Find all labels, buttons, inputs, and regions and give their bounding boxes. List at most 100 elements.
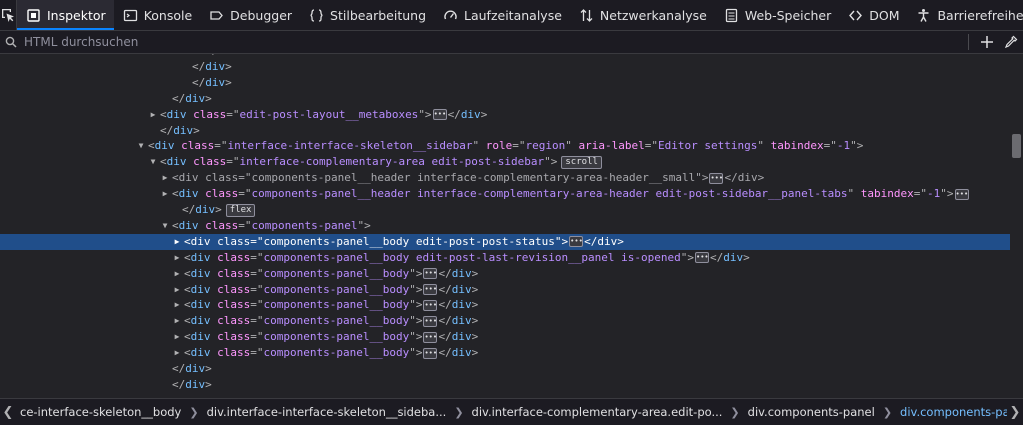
expand-arrow-icon[interactable]: ▶ <box>172 313 182 329</box>
collapsed-content-badge[interactable]: ••• <box>423 299 438 311</box>
markup-token: div <box>166 155 194 169</box>
markup-token: div <box>218 54 238 57</box>
node-row[interactable]: ▶ <div class="components-panel__body"> •••… <box>0 345 1010 361</box>
expand-arrow-icon[interactable]: ▶ <box>172 297 182 313</box>
node-row[interactable]: ▶ <div class="components-panel__header in… <box>0 186 1010 202</box>
markup-token: "> <box>695 171 709 185</box>
collapsed-content-badge[interactable]: ••• <box>694 252 709 264</box>
markup-token: =" <box>913 187 928 201</box>
markup-token: =" <box>250 346 264 360</box>
layout-badge[interactable]: scroll <box>561 155 602 169</box>
markup-token: div <box>190 298 218 312</box>
collapsed-content-badge[interactable]: ••• <box>423 331 438 343</box>
add-node-button[interactable] <box>975 35 999 49</box>
markup-tree[interactable]: </div></div></div></div>▶<div class="edi… <box>0 54 1010 396</box>
expand-arrow-icon[interactable]: ▶ <box>160 186 170 202</box>
breadcrumb-item-active[interactable]: div.components-panel__body.edit-post-pos… <box>896 405 1023 419</box>
collapse-arrow-icon[interactable]: ▼ <box>148 154 158 170</box>
collapsed-content-badge[interactable]: ••• <box>423 284 438 295</box>
node-row[interactable]: ▶ <div class="components-panel__header in… <box>0 170 1010 186</box>
collapsed-content-badge[interactable]: ••• <box>569 236 584 248</box>
tab-label: Laufzeitanalyse <box>464 7 562 23</box>
element-picker-button[interactable] <box>0 0 17 30</box>
node-row[interactable]: </div> <box>0 377 1010 393</box>
expand-arrow-icon[interactable]: ▶ <box>172 329 182 345</box>
markup-token: div <box>460 107 481 121</box>
scrollbar-thumb[interactable] <box>1012 134 1021 158</box>
expand-arrow-icon[interactable]: ▶ <box>172 345 182 361</box>
collapsed-content-badge[interactable]: ••• <box>954 188 969 200</box>
node-row[interactable]: ▼ <div class="interface-complementary-are… <box>0 154 1010 170</box>
collapsed-content-badge[interactable]: ••• <box>423 347 438 359</box>
node-markup: <div class="components-panel__body"> •••<… <box>184 282 478 298</box>
markup-token: </ <box>172 91 186 105</box>
node-row[interactable]: </div> <box>0 91 1010 107</box>
collapsed-content-badge[interactable]: ••• <box>423 268 438 280</box>
node-row[interactable]: ▶ <div class="components-panel__body edit… <box>0 250 1010 266</box>
node-row[interactable]: ▶ <div class="components-panel__body"> •••… <box>0 297 1010 313</box>
node-markup: <div class="edit-post-layout__metaboxes"… <box>160 107 487 123</box>
node-row[interactable]: ▼ <div class="components-panel"> <box>0 218 1010 234</box>
markup-token: class <box>217 298 251 312</box>
node-markup: <div class="components-panel__header int… <box>172 186 970 202</box>
breadcrumb-item[interactable]: div.interface-interface-skeleton__sideba… <box>203 405 451 419</box>
node-markup: </div> <box>192 59 232 75</box>
collapse-arrow-icon[interactable]: ▼ <box>160 218 170 234</box>
node-row[interactable]: ▶ <div class="components-panel__body"> •••… <box>0 266 1010 282</box>
tab-konsole[interactable]: Konsole <box>114 0 200 30</box>
markup-token: "> <box>357 218 371 232</box>
html-search-input[interactable] <box>22 35 964 49</box>
node-row[interactable]: ▼ <div class="interface-interface-skeleto… <box>0 138 1010 154</box>
tab-laufzeitanalyse[interactable]: Laufzeitanalyse <box>434 0 570 30</box>
node-row[interactable]: </div> flex <box>0 202 1010 218</box>
tab-inspektor[interactable]: Inspektor <box>17 0 114 30</box>
node-markup: <div class="components-panel__body"> •••<… <box>184 313 478 329</box>
node-row[interactable]: </div> <box>0 75 1010 91</box>
markup-token: div <box>185 377 206 391</box>
markup-token: > <box>471 314 479 328</box>
markup-token: </ <box>438 346 452 360</box>
tab-dom[interactable]: DOM <box>839 0 907 30</box>
node-row[interactable]: ▶ <div class="components-panel__body"> •••… <box>0 282 1010 298</box>
expand-arrow-icon[interactable]: ▶ <box>172 266 182 282</box>
breadcrumb-item[interactable]: div.interface-complementary-area.edit-po… <box>468 405 727 419</box>
markup-token: components-panel__body <box>263 330 410 344</box>
breadcrumb-scroll-right-icon[interactable]: ❯ <box>1007 399 1023 425</box>
node-row[interactable]: ▶ <div class="components-panel__body"> •••… <box>0 329 1010 345</box>
tab-web-speicher[interactable]: Web-Speicher <box>715 0 839 30</box>
markup-token: div <box>190 346 218 360</box>
collapsed-content-badge[interactable]: ••• <box>709 172 724 184</box>
tab-barrierefreiheit[interactable]: Barrierefreiheit <box>907 0 1023 30</box>
expand-arrow-icon[interactable]: ▶ <box>172 282 182 298</box>
breadcrumb-item[interactable]: div.components-panel <box>744 405 879 419</box>
node-row[interactable]: </div> <box>0 361 1010 377</box>
eyedropper-button[interactable] <box>999 35 1023 49</box>
collapse-arrow-icon[interactable]: ▼ <box>136 138 146 154</box>
breadcrumb-item[interactable]: ce-interface-skeleton__body <box>16 405 185 419</box>
tab-label: Konsole <box>143 7 193 23</box>
node-row[interactable]: ▶ <div class="edit-post-layout__metaboxes… <box>0 107 1010 123</box>
tab-debugger[interactable]: Debugger <box>200 0 300 30</box>
expand-arrow-icon[interactable]: ▶ <box>172 250 182 266</box>
style-editor-icon <box>309 8 324 23</box>
tab-stilbearbeitung[interactable]: Stilbearbeitung <box>300 0 434 30</box>
breadcrumb-scroll-left-icon[interactable]: ❮ <box>0 405 16 420</box>
layout-badge[interactable]: flex <box>225 203 256 217</box>
tab-netzwerkanalyse[interactable]: Netzwerkanalyse <box>570 0 715 30</box>
node-markup: <div class="components-panel__body"> •••<… <box>184 345 478 361</box>
selected-node-row[interactable]: ▶ <div class="components-panel__body edit… <box>0 233 1010 250</box>
markup-scrollbar[interactable] <box>1010 54 1023 396</box>
node-row[interactable]: </div> <box>0 123 1010 139</box>
devtools-toolbar: Inspektor Konsole Debugger Stilbearbeitung L… <box>0 0 1023 31</box>
collapsed-content-badge[interactable]: ••• <box>432 109 447 121</box>
node-row[interactable]: ▶ <div class="components-panel__body"> •••… <box>0 313 1010 329</box>
collapsed-content-badge[interactable]: ••• <box>423 315 438 327</box>
markup-token: < <box>172 187 179 201</box>
node-markup: </div> <box>192 75 232 91</box>
node-row[interactable]: </div> <box>0 59 1010 75</box>
storage-icon <box>724 8 739 23</box>
expand-arrow-icon[interactable]: ▶ <box>172 234 182 250</box>
expand-arrow-icon[interactable]: ▶ <box>160 170 170 186</box>
markup-token: div <box>178 218 206 232</box>
expand-arrow-icon[interactable]: ▶ <box>148 107 158 123</box>
